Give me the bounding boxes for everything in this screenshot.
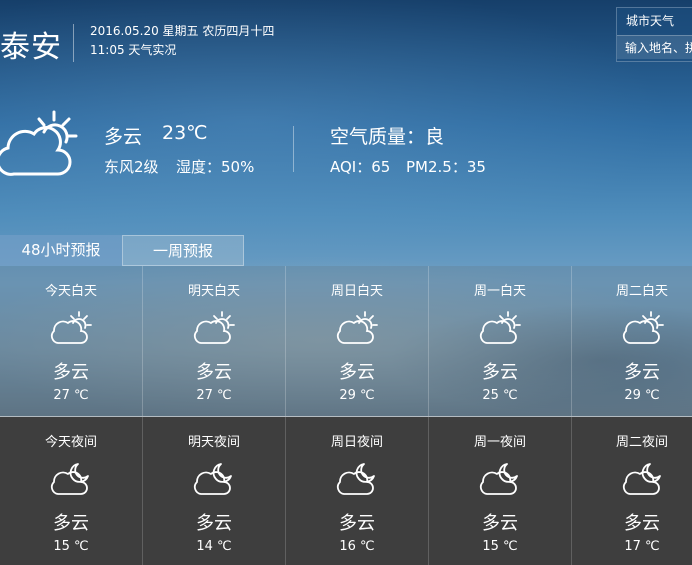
forecast-temp: 27 ℃ <box>53 388 89 403</box>
current-humidity: 湿度：50% <box>176 158 255 176</box>
forecast-label: 周日夜间 <box>330 435 383 450</box>
air-quality-title: 空气质量：良 <box>330 126 445 148</box>
day-forecast-row: 今天白天 多云 27 ℃ 明天白天 多云 27 ℃ 周日白天 多云 29 ℃ 周… <box>0 266 692 416</box>
partly-cloudy-night-icon <box>479 463 518 495</box>
forecast-day-col: 周一白天 多云 25 ℃ <box>429 266 571 416</box>
forecast-label: 周二白天 <box>615 284 668 299</box>
partly-cloudy-day-icon <box>479 311 521 344</box>
forecast-temp: 15 ℃ <box>482 539 518 554</box>
forecast-weather: 多云 <box>339 362 375 383</box>
partly-cloudy-day-icon <box>193 311 235 344</box>
forecast-night-col: 今天夜间 多云 15 ℃ <box>0 417 142 565</box>
city-weather-title: 城市天气 <box>626 14 675 28</box>
tab-weekly-forecast[interactable]: 一周预报 <box>122 235 244 266</box>
forecast-weather: 多云 <box>482 362 518 383</box>
forecast-day-col: 周二白天 多云 29 ℃ <box>572 266 692 416</box>
aqi-value: AQI：65 <box>330 158 391 176</box>
forecast-temp: 14 ℃ <box>196 539 232 554</box>
forecast-label: 今天白天 <box>44 284 97 299</box>
city-weather-box: 城市天气 <box>616 7 692 62</box>
forecast-label: 明天白天 <box>187 284 240 299</box>
city-search-input[interactable] <box>617 35 692 59</box>
forecast-label: 明天夜间 <box>187 435 240 450</box>
partly-cloudy-night-icon <box>336 463 375 495</box>
forecast-weather: 多云 <box>339 513 375 534</box>
forecast-weather: 多云 <box>53 362 89 383</box>
forecast-weather: 多云 <box>196 362 232 383</box>
forecast-temp: 16 ℃ <box>339 539 375 554</box>
partly-cloudy-night-icon <box>622 463 661 495</box>
forecast-day-col: 明天白天 多云 27 ℃ <box>143 266 285 416</box>
forecast-temp: 29 ℃ <box>624 388 660 403</box>
forecast-label: 周一白天 <box>473 284 526 299</box>
partly-cloudy-day-icon <box>0 110 78 176</box>
forecast-weather: 多云 <box>53 513 89 534</box>
current-temp: 23℃ <box>162 122 208 144</box>
header-divider <box>73 24 74 62</box>
forecast-night-col: 明天夜间 多云 14 ℃ <box>143 417 285 565</box>
forecast-day-col: 周日白天 多云 29 ℃ <box>286 266 428 416</box>
forecast-day-col: 今天白天 多云 27 ℃ <box>0 266 142 416</box>
partly-cloudy-night-icon <box>193 463 232 495</box>
forecast-temp: 15 ℃ <box>53 539 89 554</box>
time-line: 11:05 天气实况 <box>90 43 177 57</box>
current-wind: 东风2级 <box>104 158 159 176</box>
current-weather: 多云 <box>104 126 143 148</box>
forecast-label: 周二夜间 <box>615 435 668 450</box>
partly-cloudy-day-icon <box>336 311 378 344</box>
forecast-weather: 多云 <box>624 513 660 534</box>
forecast-label: 周一夜间 <box>473 435 526 450</box>
forecast-temp: 29 ℃ <box>339 388 375 403</box>
partly-cloudy-day-icon <box>50 311 92 344</box>
tab-48-hour-forecast[interactable]: 48小时预报 <box>0 235 122 266</box>
forecast-temp: 25 ℃ <box>482 388 518 403</box>
partly-cloudy-day-icon <box>622 311 664 344</box>
forecast-night-col: 周二夜间 多云 17 ℃ <box>572 417 692 565</box>
partly-cloudy-night-icon <box>50 463 89 495</box>
forecast-weather: 多云 <box>624 362 660 383</box>
current-divider <box>293 126 294 172</box>
city-name: 泰安 <box>0 30 62 65</box>
pm25-value: PM2.5：35 <box>406 158 486 176</box>
forecast-label: 周日白天 <box>330 284 383 299</box>
forecast-label: 今天夜间 <box>44 435 97 450</box>
forecast-temp: 27 ℃ <box>196 388 232 403</box>
night-forecast-row: 今天夜间 多云 15 ℃ 明天夜间 多云 14 ℃ 周日夜间 多云 16 ℃ 周… <box>0 417 692 565</box>
forecast-weather: 多云 <box>196 513 232 534</box>
date-line: 2016.05.20 星期五 农历四月十四 <box>90 24 275 38</box>
forecast-weather: 多云 <box>482 513 518 534</box>
forecast-night-col: 周日夜间 多云 16 ℃ <box>286 417 428 565</box>
forecast-night-col: 周一夜间 多云 15 ℃ <box>429 417 571 565</box>
forecast-temp: 17 ℃ <box>624 539 660 554</box>
